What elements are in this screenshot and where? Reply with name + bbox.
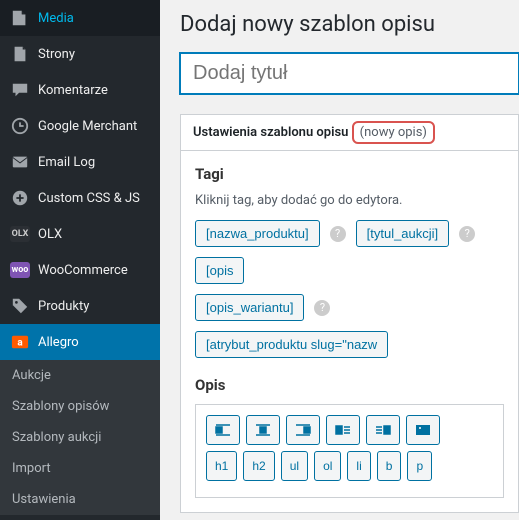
tag-row-1: [nazwa_produktu] ? [tytul_aukcji] ? [opi… [195, 220, 504, 284]
help-icon[interactable]: ? [330, 226, 346, 242]
sidebar-item-allegro[interactable]: a Allegro [0, 324, 160, 360]
h2-button[interactable]: h2 [243, 451, 274, 481]
tag-atrybut-produktu[interactable]: [atrybut_produktu slug="nazw [195, 331, 388, 358]
menu-label: Email Log [38, 155, 95, 170]
tag-opis-wariantu[interactable]: [opis_wariantu] [195, 294, 304, 321]
help-icon[interactable]: ? [459, 226, 475, 242]
submenu-aukcje[interactable]: Aukcje [0, 360, 160, 391]
image-full-button[interactable] [406, 415, 440, 445]
b-button[interactable]: b [377, 451, 402, 481]
align-right-button[interactable] [286, 415, 320, 445]
ul-button[interactable]: ul [281, 451, 308, 481]
menu-label: Custom CSS & JS [38, 191, 140, 206]
woo-icon: woo [10, 260, 30, 280]
media-icon [10, 8, 30, 28]
ol-button[interactable]: ol [314, 451, 341, 481]
pages-icon [10, 44, 30, 64]
submenu-import[interactable]: Import [0, 453, 160, 484]
tags-heading: Tagi [195, 165, 504, 183]
google-icon [10, 116, 30, 136]
sidebar-item-custom-css[interactable]: Custom CSS & JS [0, 180, 160, 216]
allegro-icon: a [10, 332, 30, 352]
align-center-button[interactable] [246, 415, 280, 445]
p-button[interactable]: p [407, 451, 432, 481]
h1-button[interactable]: h1 [206, 451, 237, 481]
help-icon[interactable]: ? [314, 300, 330, 316]
comments-icon [10, 80, 30, 100]
li-button[interactable]: li [347, 451, 370, 481]
sidebar-item-google-merchant[interactable]: Google Merchant [0, 108, 160, 144]
sidebar-item-comments[interactable]: Komentarze [0, 72, 160, 108]
tags-hint: Kliknij tag, aby dodać go do edytora. [195, 193, 504, 208]
desc-heading: Opis [195, 376, 504, 394]
menu-label: Strony [38, 47, 75, 62]
tag-row-2: [opis_wariantu] ? [atrybut_produktu slug… [195, 294, 504, 358]
products-icon [10, 296, 30, 316]
menu-label: Komentarze [38, 83, 108, 98]
menu-label: Media [38, 11, 74, 26]
page-title: Dodaj nowy szablon opisu [180, 0, 519, 53]
menu-label: OLX [38, 227, 62, 242]
tag-opis[interactable]: [opis [195, 257, 244, 284]
template-title-input[interactable] [180, 53, 519, 94]
sidebar-item-media[interactable]: Media [0, 0, 160, 36]
woo-badge: woo [10, 262, 30, 278]
sidebar-item-pages[interactable]: Strony [0, 36, 160, 72]
tag-tytul-aukcji[interactable]: [tytul_aukcji] [356, 220, 450, 247]
menu-label: Produkty [38, 299, 89, 314]
menu-label: WooCommerce [38, 263, 128, 278]
menu-label: Allegro [38, 335, 79, 350]
menu-label: Google Merchant [38, 119, 137, 134]
admin-sidebar: Media Strony Komentarze Google Merchant … [0, 0, 160, 520]
submenu-szablony-aukcji[interactable]: Szablony aukcji [0, 422, 160, 453]
align-left-button[interactable] [206, 415, 240, 445]
panel-header: Ustawienia szablonu opisu (nowy opis) [181, 115, 518, 151]
email-icon [10, 152, 30, 172]
sidebar-item-products[interactable]: Produkty [0, 288, 160, 324]
settings-panel: Ustawienia szablonu opisu (nowy opis) Ta… [180, 114, 519, 513]
plus-icon [10, 188, 30, 208]
main-content: Dodaj nowy szablon opisu Ustawienia szab… [160, 0, 519, 520]
olx-badge: OLX [10, 226, 30, 242]
allegro-submenu: Aukcje Szablony opisów Szablony aukcji I… [0, 360, 160, 515]
submenu-ustawienia[interactable]: Ustawienia [0, 484, 160, 515]
panel-header-highlight: (nowy opis) [352, 121, 435, 144]
panel-header-text: Ustawienia szablonu opisu [193, 125, 348, 140]
sidebar-item-woocommerce[interactable]: woo WooCommerce [0, 252, 160, 288]
sidebar-item-email-log[interactable]: Email Log [0, 144, 160, 180]
sidebar-item-olx[interactable]: OLX OLX [0, 216, 160, 252]
editor-toolbar: h1 h2 ul ol li b p [195, 404, 504, 498]
tag-nazwa-produktu[interactable]: [nazwa_produktu] [195, 220, 320, 247]
svg-text:a: a [17, 338, 22, 349]
submenu-szablony-opisow[interactable]: Szablony opisów [0, 391, 160, 422]
olx-icon: OLX [10, 224, 30, 244]
image-right-button[interactable] [366, 415, 400, 445]
image-left-button[interactable] [326, 415, 360, 445]
